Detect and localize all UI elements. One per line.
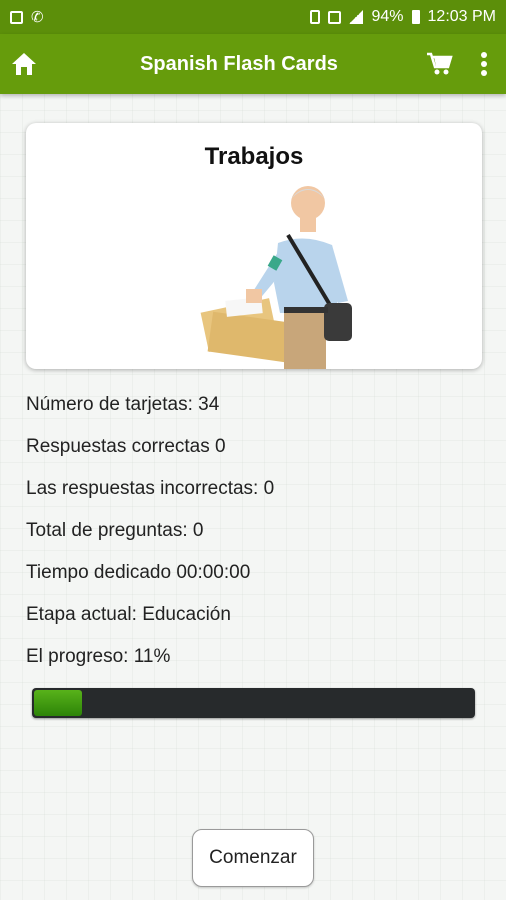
num-cards-text: Número de tarjetas: 34 xyxy=(26,394,220,415)
app-title: Spanish Flash Cards xyxy=(140,52,338,75)
home-button[interactable] xyxy=(0,34,48,94)
status-bar-left: ✆ xyxy=(10,8,44,26)
battery-percent: 94% xyxy=(371,8,404,25)
gallery-icon xyxy=(10,10,23,24)
phone-icon: ✆ xyxy=(31,9,44,26)
signal-icon xyxy=(349,10,364,24)
progress-fill xyxy=(34,690,82,716)
more-vert-icon xyxy=(481,52,487,76)
time-spent-text: Tiempo dedicado 00:00:00 xyxy=(26,562,251,583)
status-bar: ✆ 94% 12:03 PM xyxy=(0,0,506,34)
start-button[interactable]: Comenzar xyxy=(192,829,314,887)
battery-icon xyxy=(411,10,420,24)
status-bar-right: 94% 12:03 PM xyxy=(310,8,496,26)
cart-button[interactable] xyxy=(418,34,462,94)
topic-card[interactable]: Trabajos xyxy=(26,123,482,369)
incorrect-answers-text: Las respuestas incorrectas: 0 xyxy=(26,478,275,499)
home-icon xyxy=(12,53,36,75)
signal-box-icon xyxy=(328,10,342,24)
total-questions-text: Total de preguntas: 0 xyxy=(26,520,204,541)
mail-carrier-image xyxy=(200,186,352,369)
topic-title: Trabajos xyxy=(204,143,304,170)
current-stage-text: Etapa actual: Educación xyxy=(26,604,231,625)
clock: 12:03 PM xyxy=(427,8,496,25)
progress-bar xyxy=(32,688,475,718)
stats-panel: Número de tarjetas: 34 Respuestas correc… xyxy=(26,392,486,686)
app-bar: Spanish Flash Cards xyxy=(0,34,506,94)
cart-icon xyxy=(427,52,453,75)
sim-icon xyxy=(310,10,321,24)
progress-label: El progreso: 11% xyxy=(26,646,171,667)
overflow-menu-button[interactable] xyxy=(462,34,506,94)
correct-answers-text: Respuestas correctas 0 xyxy=(26,436,226,457)
